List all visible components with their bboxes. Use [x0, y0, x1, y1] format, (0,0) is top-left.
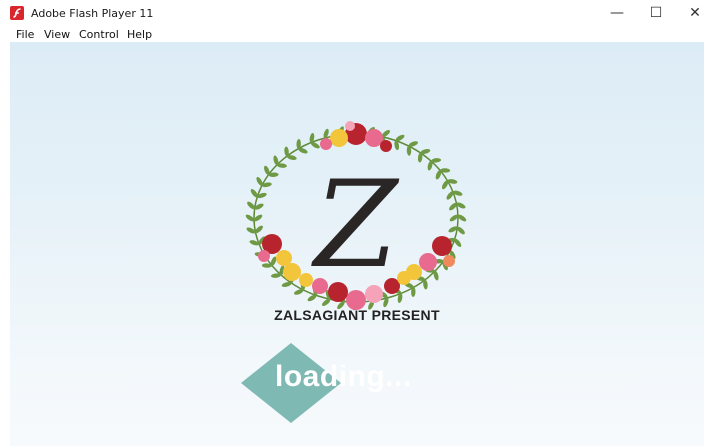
menu-view[interactable]: View — [44, 28, 70, 41]
menu-bar: File View Control Help — [0, 26, 704, 42]
monogram-letter: Z — [310, 156, 400, 295]
loading-text: loading... — [275, 360, 412, 393]
menu-control[interactable]: Control — [79, 28, 119, 41]
flash-stage[interactable]: Z ZALSAGIANT PRESENT loading... — [10, 42, 704, 446]
close-button[interactable]: ✕ — [676, 0, 704, 26]
window-title: Adobe Flash Player 11 — [31, 7, 154, 20]
floral-wreath-logo: Z — [245, 121, 467, 311]
menu-file[interactable]: File — [16, 28, 34, 41]
present-title: ZALSAGIANT PRESENT — [274, 307, 440, 323]
flash-player-icon — [10, 6, 24, 20]
flowers-right — [406, 236, 455, 280]
title-bar: Adobe Flash Player 11 — ☐ ✕ — [0, 0, 704, 26]
flowers-top — [320, 121, 392, 152]
maximize-button[interactable]: ☐ — [637, 0, 675, 26]
menu-help[interactable]: Help — [127, 28, 152, 41]
minimize-button[interactable]: — — [598, 0, 636, 26]
